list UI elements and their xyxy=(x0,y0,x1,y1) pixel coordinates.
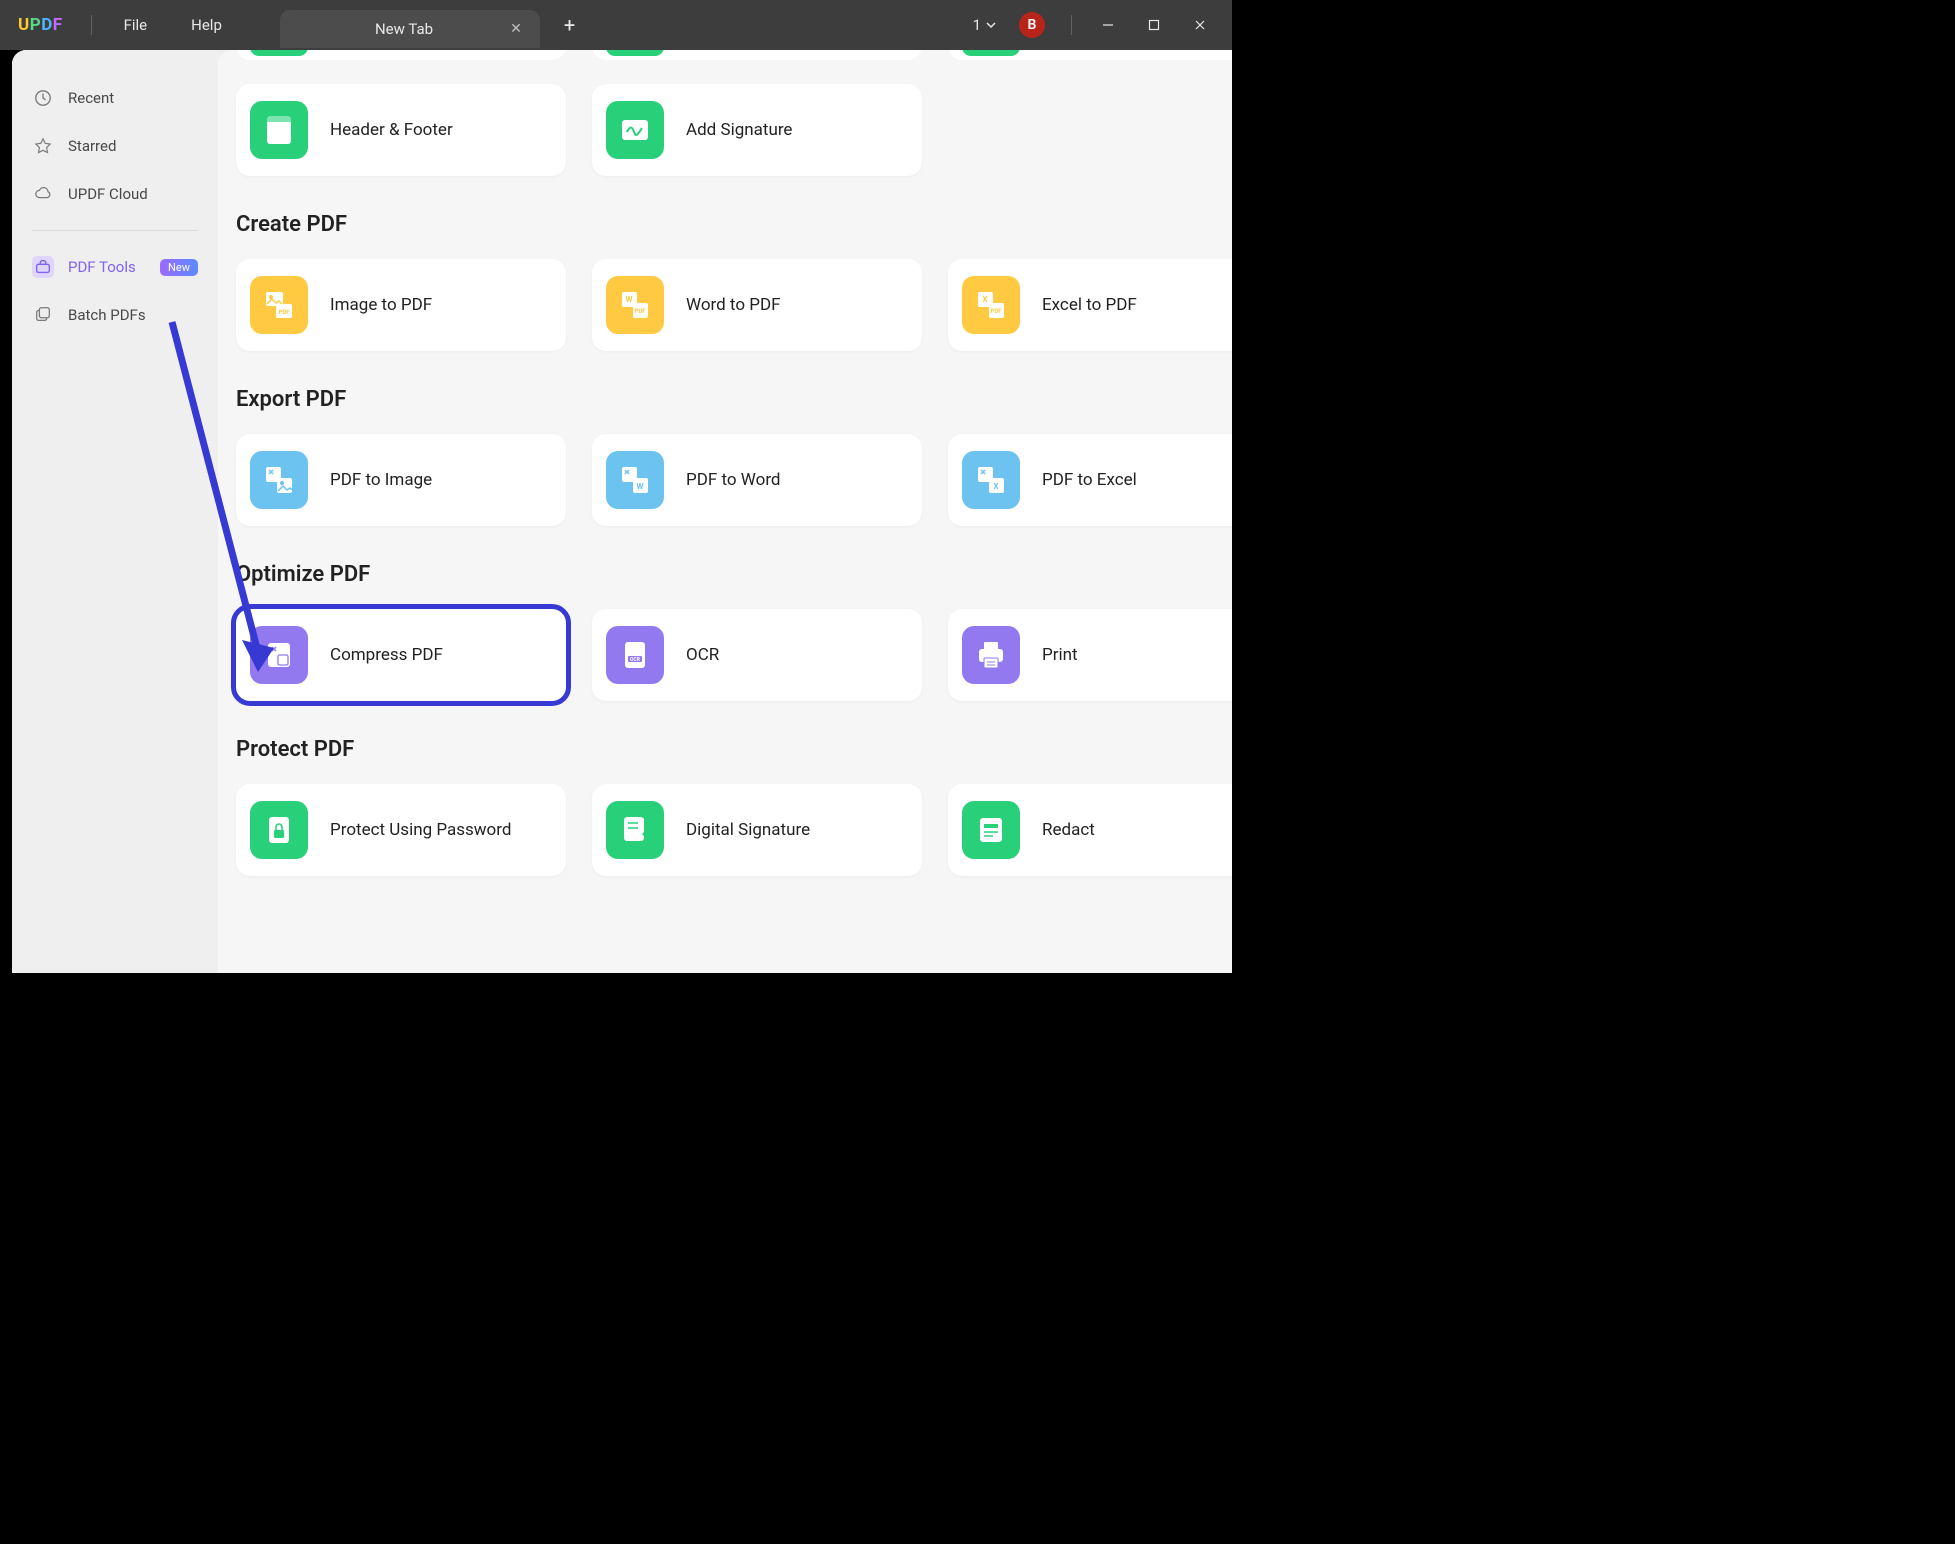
tool-label: Excel to PDF xyxy=(1042,294,1137,317)
tool-label: Print xyxy=(1042,644,1078,667)
svg-text:W: W xyxy=(626,295,633,304)
tool-protect-password[interactable]: Protect Using Password xyxy=(236,784,566,876)
signature-icon xyxy=(606,101,664,159)
word-to-pdf-icon: WPDF xyxy=(606,276,664,334)
header-footer-icon xyxy=(250,101,308,159)
tool-image-to-pdf[interactable]: PDF Image to PDF xyxy=(236,259,566,351)
lock-icon xyxy=(250,801,308,859)
tab-title: New Tab xyxy=(302,20,506,38)
compress-icon xyxy=(250,626,308,684)
tab[interactable]: New Tab ✕ xyxy=(280,10,540,48)
ocr-icon: OCR xyxy=(606,626,664,684)
pdf-to-excel-icon: X xyxy=(962,451,1020,509)
tool-label: PDF to Word xyxy=(686,469,781,492)
tool-label: Protect Using Password xyxy=(330,819,511,842)
add-tab-icon[interactable]: + xyxy=(564,13,575,37)
svg-text:X: X xyxy=(982,295,987,304)
tool-word-to-pdf[interactable]: WPDF Word to PDF xyxy=(592,259,922,351)
svg-text:PDF: PDF xyxy=(990,308,1002,315)
section-title-export: Export PDF xyxy=(236,387,1224,412)
tool-ocr[interactable]: OCR OCR xyxy=(592,609,922,701)
image-to-pdf-icon: PDF xyxy=(250,276,308,334)
sidebar: Recent Starred UPDF Cloud PDF Tools New … xyxy=(12,50,218,973)
svg-text:OCR: OCR xyxy=(630,657,641,663)
pdf-to-image-icon xyxy=(250,451,308,509)
tool-label: PDF to Image xyxy=(330,469,432,492)
toolbox-icon xyxy=(32,256,54,278)
window-count-dropdown[interactable]: 1 xyxy=(967,16,1003,34)
digital-signature-icon xyxy=(606,801,664,859)
sidebar-item-label: UPDF Cloud xyxy=(68,185,148,203)
sidebar-item-label: PDF Tools xyxy=(68,258,136,276)
tool-card-partial[interactable] xyxy=(236,50,566,60)
titlebar: UPDF File Help New Tab ✕ + 1 B xyxy=(0,0,1232,50)
tool-label: PDF to Excel xyxy=(1042,469,1137,492)
sidebar-item-starred[interactable]: Starred xyxy=(12,122,218,170)
sidebar-item-pdf-tools[interactable]: PDF Tools New xyxy=(12,243,218,291)
tool-compress-pdf[interactable]: Compress PDF xyxy=(236,609,566,701)
chevron-down-icon xyxy=(985,19,997,31)
tool-label: Image to PDF xyxy=(330,294,432,317)
sidebar-item-batch[interactable]: Batch PDFs xyxy=(12,291,218,339)
section-title-optimize: Optimize PDF xyxy=(236,562,1224,587)
tool-pdf-to-excel[interactable]: X PDF to Excel xyxy=(948,434,1232,526)
svg-text:PDF: PDF xyxy=(634,308,646,315)
app-logo: UPDF xyxy=(18,15,63,35)
menu-help[interactable]: Help xyxy=(169,16,244,34)
close-icon[interactable]: ✕ xyxy=(506,17,526,41)
sidebar-item-cloud[interactable]: UPDF Cloud xyxy=(12,170,218,218)
pdf-to-word-icon: W xyxy=(606,451,664,509)
tool-label: Header & Footer xyxy=(330,119,453,142)
tool-label: Compress PDF xyxy=(330,644,443,667)
svg-text:X: X xyxy=(993,482,998,491)
tool-digital-signature[interactable]: Digital Signature xyxy=(592,784,922,876)
excel-to-pdf-icon: XPDF xyxy=(962,276,1020,334)
tool-header-footer[interactable]: Header & Footer xyxy=(236,84,566,176)
tool-print[interactable]: Print xyxy=(948,609,1232,701)
redact-icon xyxy=(962,801,1020,859)
menu-file[interactable]: File xyxy=(102,16,170,34)
batch-icon xyxy=(32,304,54,326)
tool-pdf-to-image[interactable]: PDF to Image xyxy=(236,434,566,526)
new-badge: New xyxy=(160,259,198,276)
window-count: 1 xyxy=(973,16,981,34)
cloud-icon xyxy=(32,183,54,205)
sidebar-item-recent[interactable]: Recent xyxy=(12,74,218,122)
tool-label: Add Signature xyxy=(686,119,792,142)
tool-add-signature[interactable]: Add Signature xyxy=(592,84,922,176)
tool-card-partial[interactable] xyxy=(592,50,922,60)
tool-label: Word to PDF xyxy=(686,294,781,317)
tool-label: Redact xyxy=(1042,819,1095,842)
svg-text:W: W xyxy=(637,482,644,491)
separator xyxy=(1071,15,1072,35)
close-button[interactable] xyxy=(1180,5,1220,45)
clock-icon xyxy=(32,87,54,109)
sidebar-item-label: Starred xyxy=(68,137,116,155)
main-content: Header & Footer Add Signature Create PDF… xyxy=(218,50,1232,973)
tool-label: OCR xyxy=(686,644,719,667)
minimize-button[interactable] xyxy=(1088,5,1128,45)
sidebar-item-label: Batch PDFs xyxy=(68,306,146,324)
divider xyxy=(32,230,198,231)
tool-label: Digital Signature xyxy=(686,819,810,842)
separator xyxy=(91,15,92,35)
tool-redact[interactable]: Redact xyxy=(948,784,1232,876)
tool-card-partial[interactable] xyxy=(948,50,1232,60)
star-icon xyxy=(32,135,54,157)
svg-text:PDF: PDF xyxy=(278,309,290,316)
section-title-protect: Protect PDF xyxy=(236,737,1224,762)
print-icon xyxy=(962,626,1020,684)
sidebar-item-label: Recent xyxy=(68,89,114,107)
tool-excel-to-pdf[interactable]: XPDF Excel to PDF xyxy=(948,259,1232,351)
tool-pdf-to-word[interactable]: W PDF to Word xyxy=(592,434,922,526)
avatar[interactable]: B xyxy=(1019,12,1045,38)
maximize-button[interactable] xyxy=(1134,5,1174,45)
section-title-create: Create PDF xyxy=(236,212,1224,237)
